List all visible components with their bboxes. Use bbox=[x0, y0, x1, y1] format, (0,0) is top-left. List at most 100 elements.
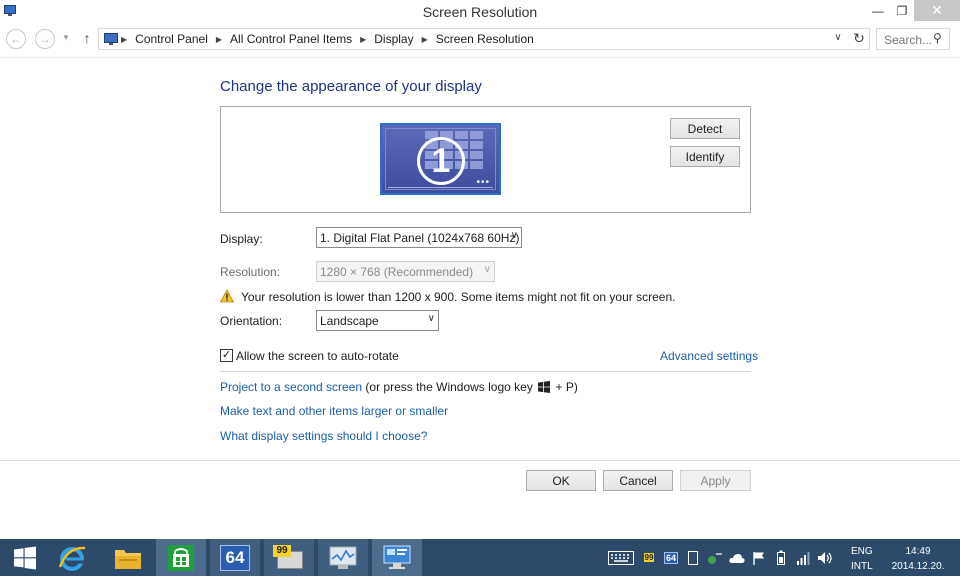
orientation-label: Orientation: bbox=[220, 314, 283, 328]
input-language-indicator[interactable]: ENG INTL bbox=[851, 544, 873, 574]
battery-icon[interactable] bbox=[773, 550, 789, 566]
maximize-button[interactable]: ❐ bbox=[890, 0, 914, 21]
ok-button[interactable]: OK bbox=[526, 470, 596, 491]
address-bar[interactable]: ▶ Control Panel ▶ All Control Panel Item… bbox=[98, 28, 870, 50]
refresh-icon[interactable]: ↻ bbox=[850, 30, 868, 47]
orientation-select[interactable]: Landscape ∨ bbox=[316, 310, 439, 331]
internet-explorer-button[interactable] bbox=[47, 539, 97, 576]
notification-icon[interactable] bbox=[685, 550, 701, 566]
chevron-down-icon[interactable]: ∨ bbox=[830, 32, 846, 43]
display-select-value: 1. Digital Flat Panel (1024x768 60Hz) bbox=[320, 231, 520, 245]
aida64-button[interactable]: 64 bbox=[210, 539, 260, 576]
title-bar: Screen Resolution — ❐ ✕ bbox=[0, 0, 960, 24]
file-explorer-icon bbox=[115, 549, 141, 569]
resource-monitor-button[interactable] bbox=[318, 539, 368, 576]
project-row: Project to a second screen (or press the… bbox=[220, 380, 578, 394]
monitor-number: 1 bbox=[417, 137, 465, 185]
text-size-link[interactable]: Make text and other items larger or smal… bbox=[220, 404, 448, 418]
auto-rotate-checkbox[interactable]: ✓ bbox=[220, 349, 233, 362]
advanced-settings-link[interactable]: Advanced settings bbox=[660, 349, 758, 363]
page-title: Change the appearance of your display bbox=[220, 78, 482, 95]
resolution-select-value: 1280 × 768 (Recommended) bbox=[320, 265, 474, 279]
up-arrow-icon: ↑ bbox=[83, 30, 91, 46]
auto-rotate-label[interactable]: Allow the screen to auto-rotate bbox=[236, 349, 399, 363]
chevron-right-icon[interactable]: ▶ bbox=[360, 35, 366, 44]
store-button[interactable] bbox=[156, 539, 206, 576]
display-help-link[interactable]: What display settings should I choose? bbox=[220, 429, 427, 443]
cpu-z-button[interactable]: 99 bbox=[264, 539, 314, 576]
orientation-select-value: Landscape bbox=[320, 314, 379, 328]
detect-button[interactable]: Detect bbox=[670, 118, 740, 139]
store-icon bbox=[168, 544, 194, 571]
display-select[interactable]: 1. Digital Flat Panel (1024x768 60Hz) ∨ bbox=[316, 227, 522, 248]
divider bbox=[0, 460, 960, 461]
breadcrumb-all-items[interactable]: All Control Panel Items bbox=[230, 32, 352, 46]
control-panel-button[interactable] bbox=[372, 539, 422, 576]
checkmark-icon: ✓ bbox=[221, 349, 232, 361]
keyboard-layout: INTL bbox=[851, 561, 873, 572]
breadcrumb-display[interactable]: Display bbox=[374, 32, 413, 46]
start-button[interactable] bbox=[0, 539, 50, 576]
cpu-z-tray-badge: 99 bbox=[643, 553, 655, 562]
breadcrumb-control-panel[interactable]: Control Panel bbox=[135, 32, 208, 46]
warning-icon bbox=[220, 289, 234, 303]
system-clock[interactable]: 14:49 2014.12.20. bbox=[888, 544, 948, 574]
control-panel-icon bbox=[104, 33, 118, 45]
aida64-tray-icon[interactable]: 64 bbox=[663, 550, 679, 566]
project-second-screen-link[interactable]: Project to a second screen bbox=[220, 380, 362, 394]
aida64-tray-badge: 64 bbox=[663, 551, 678, 564]
search-icon[interactable]: ⚲ bbox=[933, 31, 942, 45]
network-activity-icon[interactable] bbox=[707, 550, 723, 566]
resolution-label: Resolution: bbox=[220, 265, 281, 279]
monitor-1-icon[interactable]: 1 ••• bbox=[380, 123, 501, 195]
taskbar: 64 99 99 64 ENG INTL 14:49 2014.12.20. bbox=[0, 539, 960, 576]
search-input[interactable]: Search... ⚲ bbox=[876, 28, 950, 50]
file-explorer-button[interactable] bbox=[103, 539, 153, 576]
forward-button[interactable]: → bbox=[35, 29, 55, 49]
onedrive-icon[interactable] bbox=[729, 550, 745, 566]
aida64-label: 64 bbox=[225, 547, 245, 567]
search-placeholder: Search... bbox=[884, 33, 933, 47]
recent-locations-dropdown[interactable]: ▼ bbox=[62, 33, 70, 42]
minimize-button[interactable]: — bbox=[866, 0, 890, 21]
resource-monitor-icon bbox=[329, 546, 357, 569]
chevron-down-icon: ∨ bbox=[483, 264, 491, 275]
system-tray: 99 64 bbox=[604, 539, 836, 576]
chevron-right-icon[interactable]: ▶ bbox=[121, 35, 127, 44]
chevron-down-icon: ∨ bbox=[510, 230, 518, 241]
resolution-select: 1280 × 768 (Recommended) ∨ bbox=[316, 261, 495, 282]
control-panel-icon bbox=[383, 545, 411, 569]
clock-time: 14:49 bbox=[905, 546, 931, 557]
cpu-z-tray-icon[interactable]: 99 bbox=[641, 550, 657, 566]
divider bbox=[0, 57, 960, 58]
monitor-dots-icon: ••• bbox=[476, 177, 490, 188]
internet-explorer-icon bbox=[58, 546, 86, 571]
start-icon bbox=[14, 546, 36, 569]
breadcrumb: ▶ Control Panel ▶ All Control Panel Item… bbox=[121, 32, 534, 46]
forward-arrow-icon: → bbox=[39, 32, 51, 46]
cpu-z-label: 99 bbox=[276, 544, 288, 556]
language-code: ENG bbox=[851, 546, 873, 557]
project-hint-suffix: + P) bbox=[555, 380, 578, 394]
volume-icon[interactable] bbox=[817, 550, 833, 566]
up-button[interactable]: ↑ bbox=[79, 30, 95, 48]
chevron-right-icon[interactable]: ▶ bbox=[216, 35, 222, 44]
chevron-down-icon: ∨ bbox=[427, 313, 435, 324]
back-arrow-icon: ← bbox=[10, 32, 22, 46]
action-center-flag-icon[interactable] bbox=[751, 550, 767, 566]
display-label: Display: bbox=[220, 232, 263, 246]
identify-button[interactable]: Identify bbox=[670, 146, 740, 167]
back-button[interactable]: ← bbox=[6, 29, 26, 49]
signal-bars-icon[interactable] bbox=[795, 550, 811, 566]
project-hint-text: (or press the Windows logo key bbox=[365, 380, 533, 394]
apply-button: Apply bbox=[680, 470, 751, 491]
close-button[interactable]: ✕ bbox=[914, 0, 960, 21]
breadcrumb-screen-resolution[interactable]: Screen Resolution bbox=[436, 32, 534, 46]
resolution-warning: Your resolution is lower than 1200 x 900… bbox=[241, 290, 676, 304]
touch-keyboard-icon[interactable] bbox=[607, 550, 635, 566]
cancel-button[interactable]: Cancel bbox=[603, 470, 673, 491]
aida64-icon: 64 bbox=[220, 544, 250, 571]
chevron-right-icon[interactable]: ▶ bbox=[422, 35, 428, 44]
cpu-z-icon: 99 bbox=[273, 544, 305, 571]
monitor-preview-panel: 1 ••• Detect Identify bbox=[220, 106, 751, 213]
